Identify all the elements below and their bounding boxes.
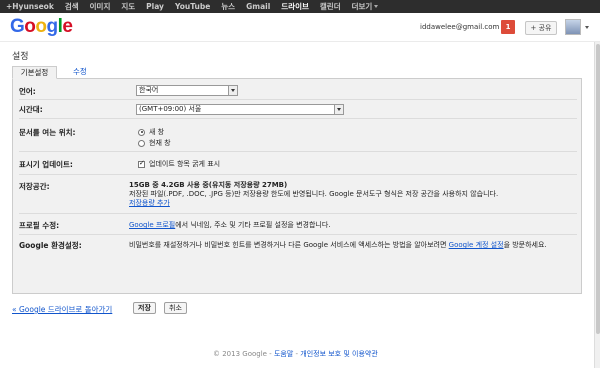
settings-row-profile: 프로필 수정: Google 프로필에서 닉네임, 주소 및 기타 프로필 설정… [19,215,577,235]
timezone-label: 시간대: [19,105,43,114]
checkbox-label: 업데이트 항목 굵게 표시 [149,160,221,168]
timezone-select[interactable]: (GMT+09:00) 서울 [136,104,344,115]
profile-text: 에서 닉네임, 주소 및 기타 프로필 설정을 변경합니다. [175,221,331,229]
radio-option-new-window[interactable]: 새 창 [138,127,171,138]
nav-item-profile[interactable]: +Hyunseok [6,2,54,11]
storage-description: 저장된 파일(.PDF, .DOC, .JPG 등)만 저장용량 한도에 반영됩… [129,190,499,198]
account-text-2: 을 방문하세요. [503,241,547,249]
display-updates-label: 표시기 업데이트: [19,160,73,169]
settings-row-storage: 저장공간: 15GB 중 4.2GB 사용 중(유지동 저장용량 27MB) 저… [19,176,577,214]
footer-copyright: © 2013 Google - [213,350,274,358]
tab-edit[interactable]: 수정 [68,66,92,79]
google-profile-link[interactable]: Google 프로필 [129,221,175,229]
chevron-down-icon[interactable] [585,26,589,29]
radio-option-current-window[interactable]: 현재 창 [138,138,171,149]
chevron-down-icon [228,86,237,95]
storage-summary: 15GB 중 4.2GB 사용 중(유지동 저장용량 27MB) [129,181,288,189]
settings-row-timezone: 시간대: (GMT+09:00) 서울 [19,101,577,119]
profile-label: 프로필 수정: [19,221,60,230]
timezone-value: (GMT+09:00) 서울 [139,105,202,113]
nav-item-images[interactable]: 이미지 [90,1,111,12]
profile-info: Google 프로필에서 닉네임, 주소 및 기타 프로필 설정을 변경합니다. [129,220,331,230]
save-button[interactable]: 저장 [133,302,156,314]
page-header: Google iddawelee@gmail.com 1 + 공유 [0,13,600,42]
logo-letter: g [46,16,59,37]
logo-letter: o [35,16,47,37]
logo-letter: G [10,16,25,37]
nav-item-play[interactable]: Play [146,2,164,11]
logo-letter: o [24,16,36,37]
tab-general[interactable]: 기본설정 [12,66,57,79]
language-label: 언어: [19,87,36,96]
bold-updates-checkbox[interactable] [138,159,145,168]
settings-row-display-updates: 표시기 업데이트: 업데이트 항목 굵게 표시 [19,153,577,175]
nav-item-more[interactable]: 더보기 [352,1,379,12]
footer: © 2013 Google - 도움말 - 개인정보 보호 및 이용약관 [213,349,378,359]
add-storage-link[interactable]: 저장용량 추가 [129,199,170,207]
scrollbar-thumb[interactable] [596,44,600,334]
share-label: + 공유 [530,24,552,32]
nav-item-drive[interactable]: 드라이브 [281,1,309,12]
settings-panel: 언어: 한국어 시간대: (GMT+09:00) 서울 문서를 여는 위치: 새… [12,79,582,294]
storage-label: 저장공간: [19,182,50,191]
nav-item-gmail[interactable]: Gmail [246,2,270,11]
nav-item-youtube[interactable]: YouTube [175,2,210,11]
google-top-navigation-bar: +Hyunseok 검색 이미지 지도 Play YouTube 뉴스 Gmai… [0,0,600,13]
google-account-settings-link[interactable]: Google 계정 설정 [449,241,504,249]
radio-button[interactable] [138,128,145,136]
vertical-scrollbar[interactable] [594,42,600,368]
account-settings-label: Google 환경설정: [19,241,82,250]
notification-badge[interactable]: 1 [501,20,515,34]
more-label: 더보기 [351,2,373,11]
back-to-drive-link[interactable]: « Google 드라이브로 돌아가기 [12,304,112,315]
open-docs-label: 문서를 여는 위치: [19,128,76,137]
chevron-down-icon [374,5,379,8]
radio-label: 현재 창 [149,139,171,147]
nav-item-calendar[interactable]: 캘린더 [320,1,341,12]
settings-row-open-docs: 문서를 여는 위치: 새 창 현재 창 [19,120,577,152]
language-select[interactable]: 한국어 [136,85,238,96]
logo-letter: e [62,16,73,37]
share-button[interactable]: + 공유 [525,21,557,35]
open-docs-options: 새 창 현재 창 [138,127,171,149]
account-email[interactable]: iddawelee@gmail.com [420,23,499,31]
account-settings-info: 비밀번호를 재설정하거나 비밀번호 힌트를 변경하거나 다른 Google 서비… [129,240,571,250]
google-logo[interactable]: Google [10,16,73,38]
page-title: 설정 [12,52,29,62]
chevron-down-icon [334,105,343,114]
settings-row-language: 언어: 한국어 [19,83,577,100]
nav-item-maps[interactable]: 지도 [121,1,135,12]
display-updates-option[interactable]: 업데이트 항목 굵게 표시 [138,159,220,169]
language-value: 한국어 [139,86,159,94]
cancel-button[interactable]: 취소 [164,302,187,314]
avatar[interactable] [565,19,581,35]
footer-privacy-link[interactable]: 개인정보 보호 및 이용약관 [300,350,378,358]
nav-item-search[interactable]: 검색 [65,1,79,12]
nav-item-news[interactable]: 뉴스 [221,1,235,12]
footer-help-link[interactable]: 도움말 [274,350,293,358]
radio-label: 새 창 [149,128,165,136]
radio-button[interactable] [138,139,145,147]
settings-row-account: Google 환경설정: 비밀번호를 재설정하거나 비밀번호 힌트를 변경하거나… [19,236,577,266]
account-text-1: 비밀번호를 재설정하거나 비밀번호 힌트를 변경하거나 다른 Google 서비… [129,241,447,249]
settings-tabs: 기본설정 수정 [12,66,582,79]
storage-info: 15GB 중 4.2GB 사용 중(유지동 저장용량 27MB) 저장된 파일(… [129,181,574,208]
